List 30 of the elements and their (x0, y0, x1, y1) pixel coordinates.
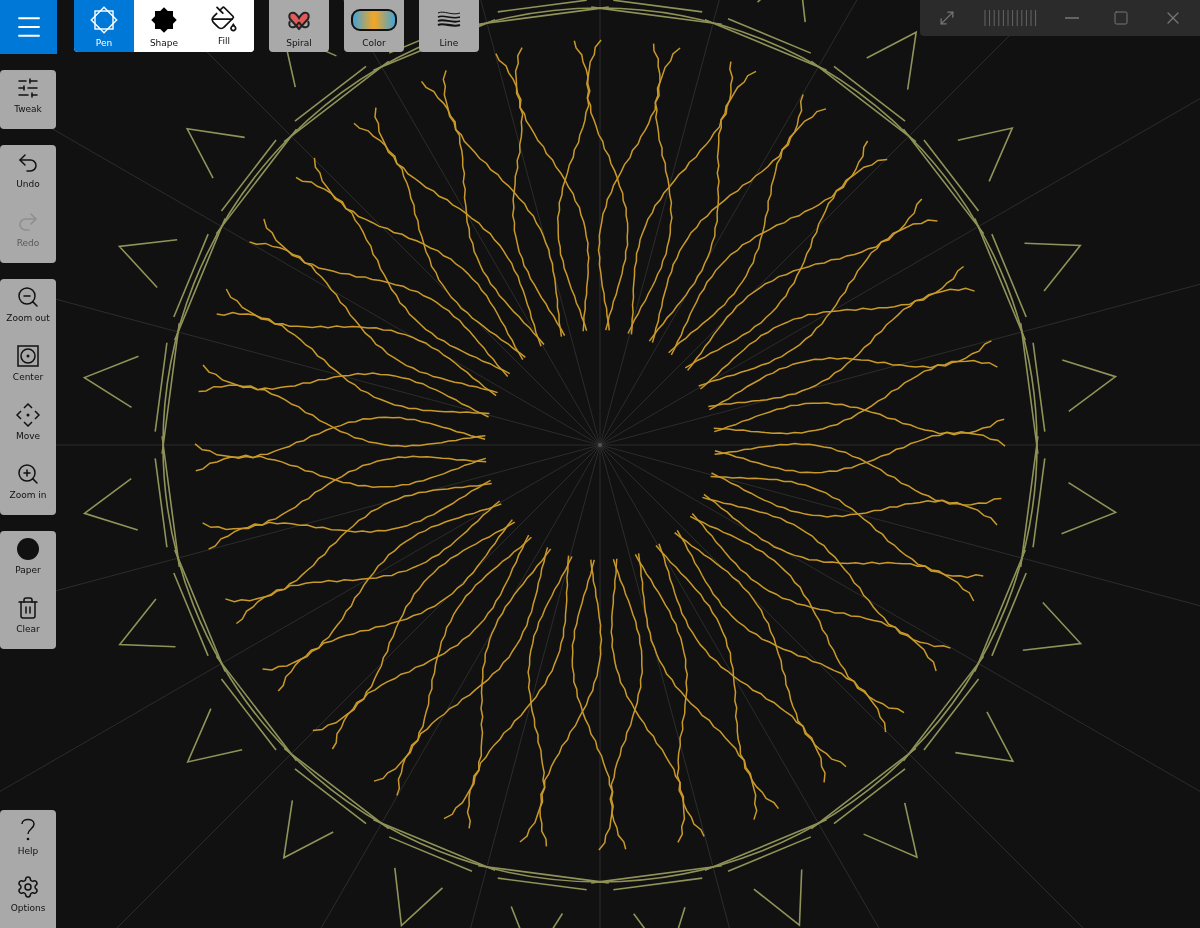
move-button[interactable]: Move (0, 397, 56, 456)
zoom-out-icon (16, 285, 40, 309)
options-button[interactable]: Options (0, 869, 56, 928)
sliders-icon (16, 76, 40, 100)
tweak-button[interactable]: Tweak (0, 70, 56, 129)
redo-icon (16, 210, 40, 234)
undo-icon (16, 151, 40, 175)
grip-icon[interactable] (983, 9, 1039, 27)
center-button[interactable]: Center (0, 338, 56, 397)
zoomout-button[interactable]: Zoom out (0, 279, 56, 338)
zoomin-button[interactable]: Zoom in (0, 456, 56, 515)
pen-tool-button[interactable]: Pen (74, 0, 134, 52)
clear-button[interactable]: Clear (0, 590, 56, 649)
help-button[interactable]: Help (0, 810, 56, 869)
filled-circle-icon (16, 537, 40, 561)
target-square-icon (16, 344, 40, 368)
octagram-outline-icon (89, 5, 119, 35)
line-button[interactable]: Line (419, 0, 479, 52)
minimize-icon (1065, 17, 1079, 19)
undo-button[interactable]: Undo (0, 145, 56, 204)
move-icon (16, 403, 40, 427)
menu-button[interactable] (0, 0, 57, 54)
paper-button[interactable]: Paper (0, 531, 56, 590)
spiral-button[interactable]: Spiral (269, 0, 329, 52)
paint-bucket-icon (210, 5, 238, 33)
zoom-in-icon (16, 462, 40, 486)
color-button[interactable]: Color (344, 0, 404, 52)
trash-icon (16, 596, 40, 620)
settings-icon (16, 875, 40, 899)
maximize-icon (1113, 10, 1129, 26)
